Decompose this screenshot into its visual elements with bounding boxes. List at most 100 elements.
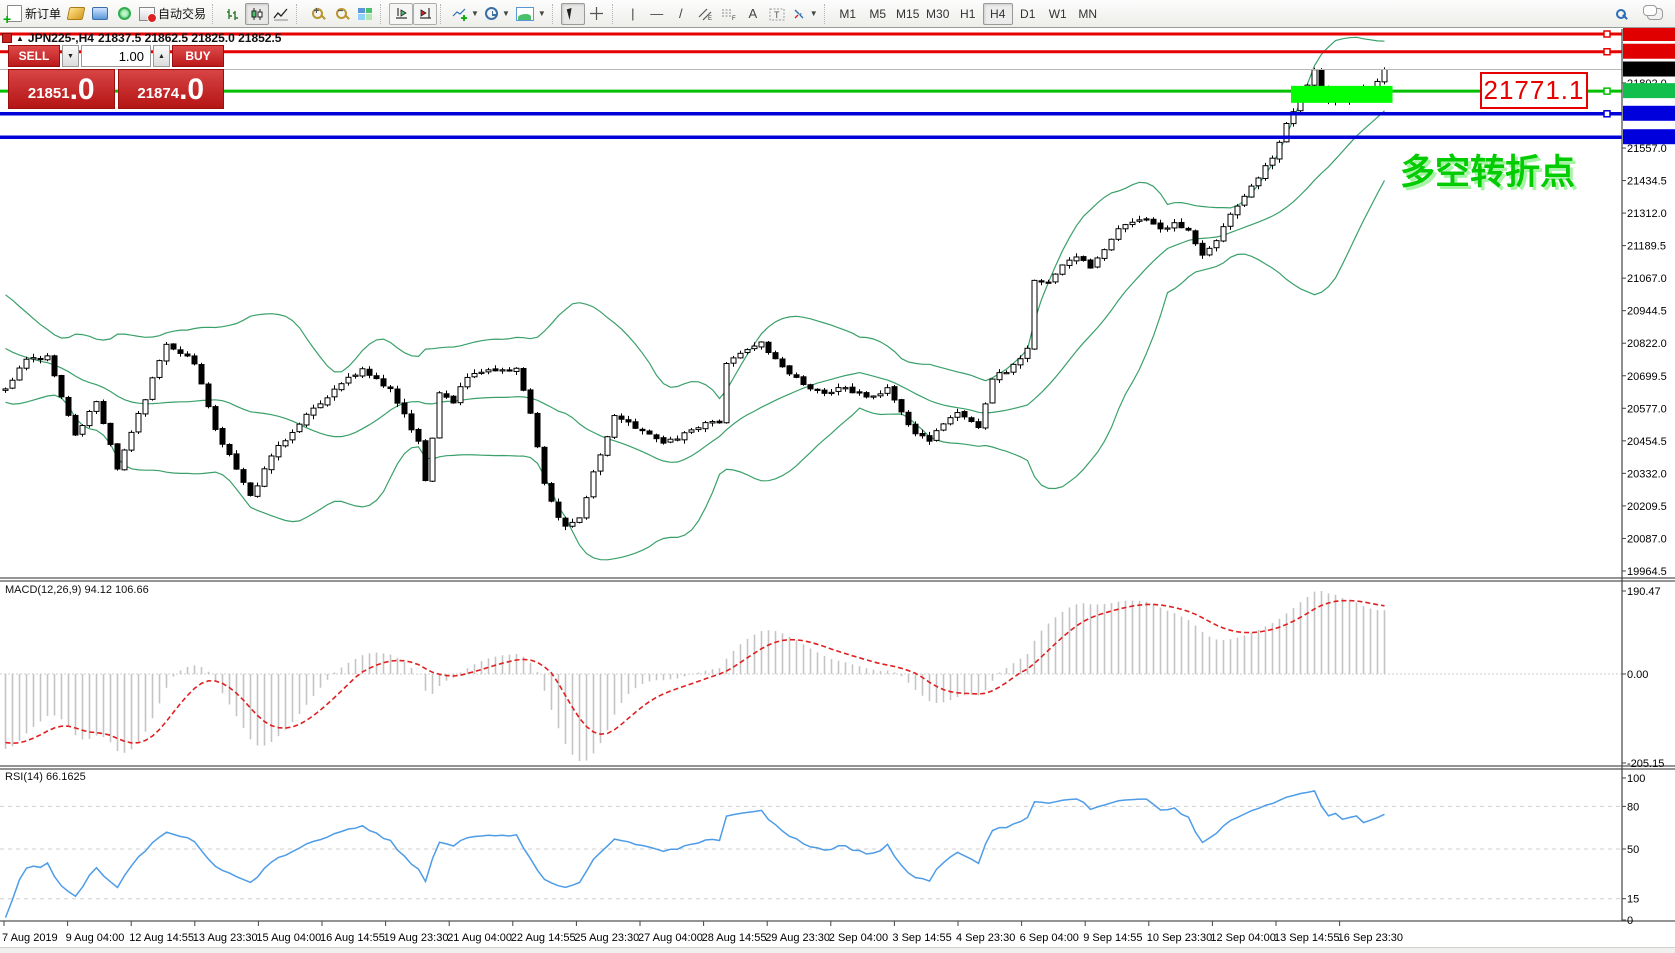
svg-text:20454.5: 20454.5 [1627,436,1667,448]
volume-input[interactable]: 1.00 [81,45,151,67]
chart-shift-icon [418,7,433,20]
chart-symbol-period: JPN225-,H4 [28,31,94,45]
channel-icon: E [697,7,713,21]
svg-text:3 Sep 14:55: 3 Sep 14:55 [892,932,951,944]
buy-price-button[interactable]: 21874 .0 [118,69,225,109]
timeframe-h1-button[interactable]: H1 [953,3,983,25]
text-label-icon: T [769,7,785,21]
turning-point-text[interactable]: 多空转折点 [1400,144,1575,195]
candlestick-chart-icon [250,7,264,21]
timeframe-m1-button[interactable]: M1 [833,3,863,25]
timeframe-d1-button[interactable]: D1 [1013,3,1043,25]
chevron-down-icon: ▼ [471,9,479,18]
volume-increase-button[interactable]: ▲ [153,45,170,67]
autotrading-button[interactable]: 自动交易 [136,3,209,25]
line-handle[interactable] [1604,88,1610,94]
indicators-button[interactable]: ▼ [449,3,482,25]
svg-text:21189.5: 21189.5 [1627,241,1666,253]
buy-button[interactable]: BUY [172,45,224,67]
sell-price-button[interactable]: 21851 .0 [8,69,115,109]
timeframe-mn-button[interactable]: MN [1073,3,1103,25]
text-label-tool-button[interactable]: T [765,3,789,25]
terminal-button[interactable] [88,3,112,25]
toolbar-separator [380,4,386,24]
cursor-icon [567,7,579,20]
crosshair-icon [589,6,604,21]
auto-scroll-button[interactable] [389,3,413,25]
chart-shift-button[interactable] [413,3,437,25]
zoom-in-button[interactable]: + [305,3,329,25]
editor-icon [67,7,86,20]
panel-collapse-icon[interactable]: ▲ [16,34,24,43]
search-icon [1616,9,1626,19]
zoom-out-icon: − [336,8,347,19]
horizontal-line-tool-button[interactable]: — [645,3,669,25]
svg-text:10 Sep 23:30: 10 Sep 23:30 [1147,932,1212,944]
cursor-tool-button[interactable] [561,3,585,25]
svg-text:20087.0: 20087.0 [1627,533,1667,545]
timeframe-m30-button[interactable]: M30 [923,3,953,25]
editor-button[interactable] [64,3,88,25]
candlestick-chart-button[interactable] [245,3,269,25]
price-badge [1623,129,1675,144]
rsi-pane-label: RSI(14) 66.1625 [5,771,86,783]
search-button[interactable] [1609,3,1633,25]
svg-text:100: 100 [1627,773,1645,785]
price-callout-label[interactable]: 21771.1 [1480,72,1588,109]
chart-canvas[interactable]: 21802.021557.021434.521312.021189.521067… [0,0,1675,953]
crosshair-tool-button[interactable] [585,3,609,25]
bar-chart-button[interactable] [221,3,245,25]
auto-scroll-icon [394,7,409,20]
timeframe-h4-button[interactable]: H4 [983,3,1013,25]
svg-text:12 Aug 14:55: 12 Aug 14:55 [129,932,194,944]
trendline-tool-button[interactable]: / [669,3,693,25]
vertical-line-tool-button[interactable]: | [621,3,645,25]
volume-decrease-button[interactable]: ▼ [62,45,79,67]
toolbar-separator [612,4,618,24]
text-tool-button[interactable]: A [741,3,765,25]
buy-price-pips: .0 [179,75,204,105]
periods-button[interactable]: ▼ [482,3,513,25]
svg-text:21312.0: 21312.0 [1627,208,1667,220]
highlight-rectangle[interactable] [1291,86,1393,103]
template-button[interactable]: ▼ [513,3,549,25]
svg-text:16 Sep 23:30: 16 Sep 23:30 [1338,932,1403,944]
svg-text:15: 15 [1627,894,1639,906]
arrows-tool-button[interactable]: ▼ [789,3,821,25]
status-strip [0,947,1675,953]
chart-window-icon [2,33,12,43]
svg-text:F: F [732,16,736,21]
line-handle[interactable] [1604,31,1610,37]
fibonacci-tool-button[interactable]: F [717,3,741,25]
price-badge [1623,83,1675,98]
line-handle[interactable] [1604,111,1610,117]
svg-text:20699.5: 20699.5 [1627,371,1667,383]
toolbar-separator [212,4,218,24]
svg-text:0: 0 [1627,915,1633,927]
svg-text:-205.15: -205.15 [1627,758,1664,770]
signal-icon [118,7,131,20]
line-chart-button[interactable] [269,3,293,25]
new-order-button[interactable]: 新订单 [4,3,64,25]
indicators-icon [452,7,467,21]
chart-ohlc-values: 21837.5 21862.5 21825.0 21852.5 [98,31,282,45]
line-handle[interactable] [1604,49,1610,55]
chat-button[interactable] [1643,3,1667,25]
channel-tool-button[interactable]: E [693,3,717,25]
signal-button[interactable] [112,3,136,25]
tile-windows-icon [358,8,372,20]
svg-text:2 Sep 04:00: 2 Sep 04:00 [829,932,888,944]
timeframe-w1-button[interactable]: W1 [1043,3,1073,25]
toolbar-separator [552,4,558,24]
zoom-out-button[interactable]: − [329,3,353,25]
svg-text:16 Aug 14:55: 16 Aug 14:55 [320,932,385,944]
timeframe-m5-button[interactable]: M5 [863,3,893,25]
timeframe-m15-button[interactable]: M15 [893,3,923,25]
chevron-down-icon: ▼ [502,9,510,18]
svg-text:20332.0: 20332.0 [1627,468,1667,480]
trendline-icon: / [679,7,683,20]
toolbar-separator [824,4,830,24]
tile-windows-button[interactable] [353,3,377,25]
new-order-label: 新订单 [25,5,61,22]
sell-button[interactable]: SELL [8,45,60,67]
